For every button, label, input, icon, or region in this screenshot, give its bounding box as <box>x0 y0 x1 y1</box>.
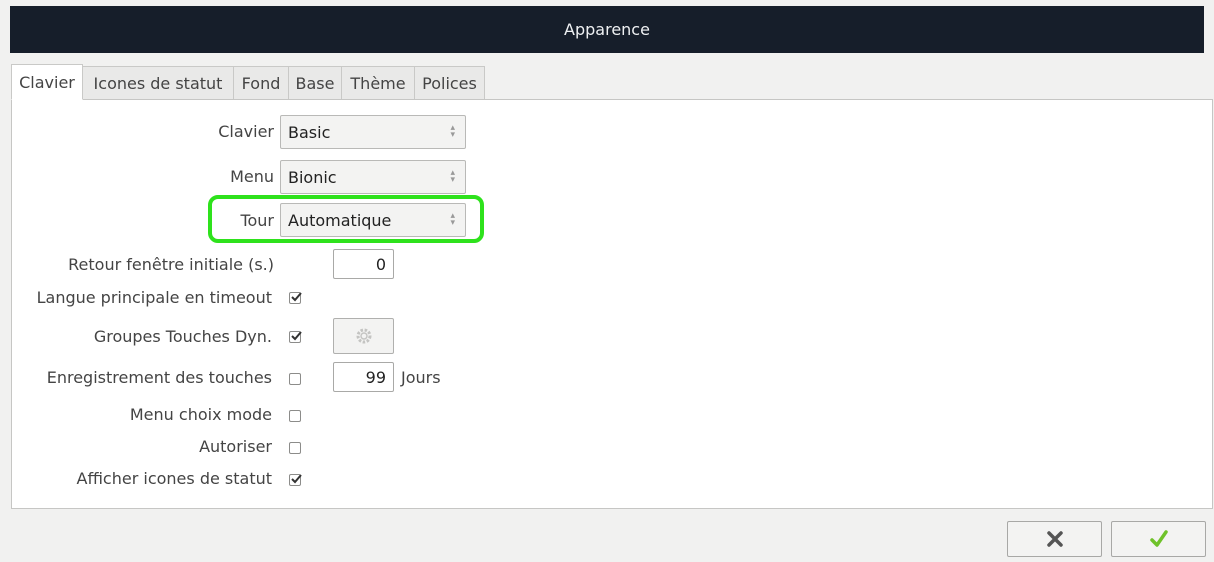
enregistrement-label: Enregistrement des touches <box>46 368 272 387</box>
window-titlebar: Apparence <box>10 6 1204 53</box>
groupes-settings-button[interactable] <box>333 318 394 354</box>
enregistrement-checkbox[interactable] <box>289 373 301 385</box>
tab-base[interactable]: Base <box>289 66 342 100</box>
spin-arrows-icon: ▴ ▾ <box>450 211 455 228</box>
spin-arrows-icon: ▴ ▾ <box>450 168 455 185</box>
enregistrement-input-value: 99 <box>365 367 386 387</box>
autoriser-checkbox[interactable] <box>289 442 301 454</box>
langue-checkbox[interactable] <box>289 292 302 304</box>
tour-select-value: Automatique <box>288 210 392 230</box>
afficher-label: Afficher icones de statut <box>76 469 272 488</box>
checkmark-icon <box>291 292 302 302</box>
clavier-select[interactable]: Basic ▴ ▾ <box>280 115 466 149</box>
langue-label: Langue principale en timeout <box>36 288 272 307</box>
ok-button[interactable] <box>1111 521 1206 557</box>
groupes-checkbox[interactable] <box>289 331 302 343</box>
cancel-button[interactable] <box>1007 521 1102 557</box>
jours-label: Jours <box>401 368 441 387</box>
enregistrement-input[interactable]: 99 <box>333 362 394 392</box>
tour-select[interactable]: Automatique ▴ ▾ <box>280 203 466 237</box>
retour-label: Retour fenêtre initiale (s.) <box>68 255 274 274</box>
retour-input-value: 0 <box>375 254 386 274</box>
window-title: Apparence <box>564 20 650 39</box>
autoriser-label: Autoriser <box>199 437 272 456</box>
tab-bar: Clavier Icones de statut Fond Base Thème… <box>11 64 485 100</box>
gear-icon <box>356 328 371 344</box>
afficher-checkbox[interactable] <box>289 474 302 486</box>
tab-fond[interactable]: Fond <box>234 66 289 100</box>
checkmark-icon <box>1149 530 1168 547</box>
spin-arrows-icon: ▴ ▾ <box>450 123 455 140</box>
menu-label: Menu <box>230 167 274 186</box>
menu-select[interactable]: Bionic ▴ ▾ <box>280 160 466 194</box>
retour-input[interactable]: 0 <box>333 249 394 279</box>
tab-polices[interactable]: Polices <box>415 66 485 100</box>
clavier-label: Clavier <box>218 122 274 141</box>
tab-icones-de-statut[interactable]: Icones de statut <box>83 66 234 100</box>
clavier-select-value: Basic <box>288 122 331 142</box>
menu-select-value: Bionic <box>288 167 337 187</box>
tour-label: Tour <box>240 211 274 230</box>
tab-clavier[interactable]: Clavier <box>11 64 83 100</box>
checkmark-icon <box>291 331 302 341</box>
tab-theme[interactable]: Thème <box>342 66 415 100</box>
menu-choix-checkbox[interactable] <box>289 410 301 422</box>
menu-choix-label: Menu choix mode <box>129 405 272 424</box>
groupes-label: Groupes Touches Dyn. <box>93 327 272 346</box>
close-icon <box>1046 531 1063 547</box>
checkmark-icon <box>291 474 302 484</box>
